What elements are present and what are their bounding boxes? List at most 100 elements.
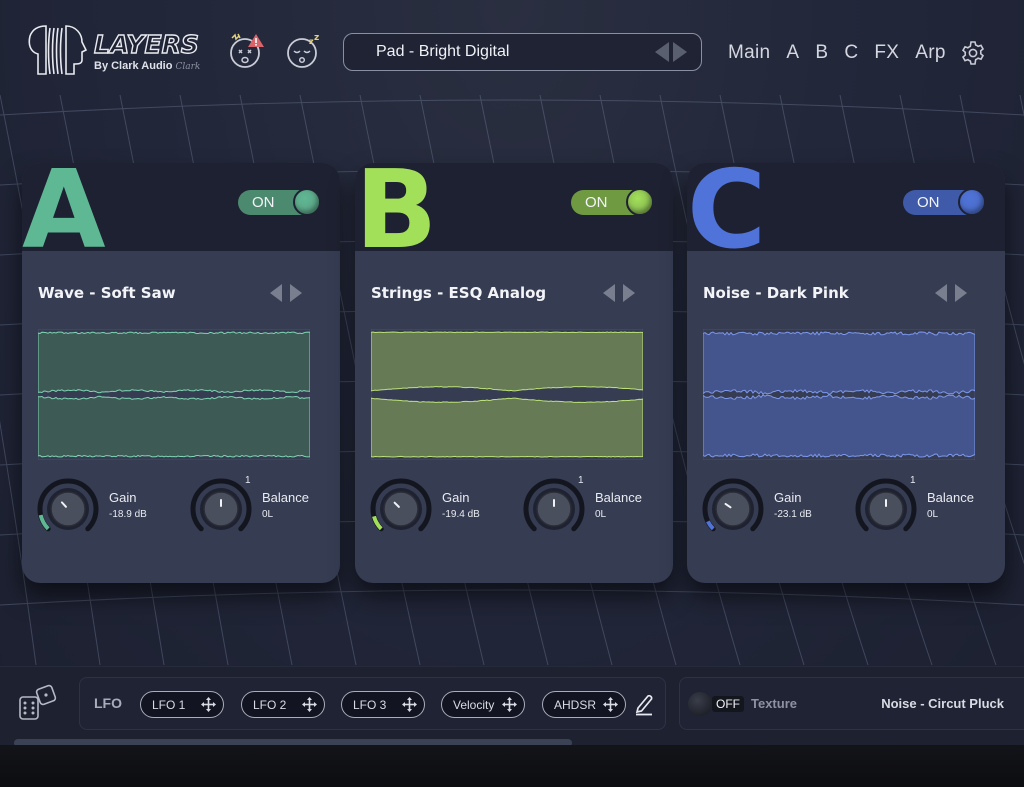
balance-label: Balance <box>595 490 642 505</box>
gain-value: -23.1 dB <box>774 509 812 520</box>
nav-fx[interactable]: FX <box>874 42 899 64</box>
toggle-knob <box>293 188 321 216</box>
waveform-channel-right <box>703 393 975 458</box>
layer-card-c: C ON Noise - Dark Pink Gain -23.1 dB 1 B… <box>687 163 1005 583</box>
gain-level-arc <box>706 520 715 531</box>
layer-letter: A <box>22 163 106 273</box>
gain-level-arc <box>38 514 50 531</box>
chevron-left-icon[interactable] <box>603 284 615 302</box>
drag-move-icon[interactable] <box>201 697 216 712</box>
sleeping-face-icon: z z <box>287 33 319 68</box>
gain-label: Gain <box>774 490 802 505</box>
nav-a[interactable]: A <box>786 42 799 64</box>
drag-move-icon[interactable] <box>603 697 618 712</box>
mod-source-lfo1[interactable]: LFO 1 <box>140 691 224 718</box>
waveform-display <box>371 329 643 460</box>
toggle-knob <box>958 188 986 216</box>
layer-header: B ON <box>355 163 673 265</box>
preset-arrows <box>655 42 687 62</box>
layer-power-toggle[interactable]: ON <box>238 188 321 216</box>
waveform-channel-left <box>371 331 643 392</box>
preset-selector[interactable]: Pad - Bright Digital <box>343 33 702 71</box>
balance-value: 0L <box>595 509 607 520</box>
nav-c[interactable]: C <box>844 42 858 64</box>
dice-icon[interactable] <box>16 683 64 723</box>
layer-sample-name[interactable]: Strings - ESQ Analog <box>371 284 546 302</box>
window-footer <box>0 745 1024 787</box>
drag-move-icon[interactable] <box>502 697 517 712</box>
sample-nav-arrows <box>270 284 302 302</box>
svg-text:z: z <box>314 33 319 43</box>
toggle-state: ON <box>252 194 275 211</box>
layer-letter: B <box>355 163 437 273</box>
head-silhouette-icon <box>28 25 88 75</box>
balance-value: 0L <box>927 509 939 520</box>
chevron-left-icon[interactable] <box>935 284 947 302</box>
texture-label: Texture <box>751 696 797 711</box>
gear-icon[interactable] <box>960 40 986 66</box>
panic-face-warning-icon <box>230 33 264 68</box>
drag-move-icon[interactable] <box>402 697 417 712</box>
mod-sources-panel: LFO LFO 1 LFO 2 LFO 3 Velocity AHDSR <box>79 677 666 730</box>
texture-toggle-knob <box>688 692 712 716</box>
layer-sample-name[interactable]: Noise - Dark Pink <box>703 284 849 302</box>
logo: LAYERS By Clark Audio Clark <box>26 24 216 76</box>
logo-signature: Clark <box>175 62 201 72</box>
mod-source-lfo2[interactable]: LFO 2 <box>241 691 325 718</box>
mod-source-ahdsr[interactable]: AHDSR <box>542 691 626 718</box>
mod-source-velocity[interactable]: Velocity <box>441 691 525 718</box>
layer-header: A ON <box>22 163 340 265</box>
mod-source-label: AHDSR <box>554 698 597 712</box>
preset-name[interactable]: Pad - Bright Digital <box>376 43 509 61</box>
chevron-right-icon[interactable] <box>955 284 967 302</box>
chevron-right-icon[interactable] <box>290 284 302 302</box>
gain-knob[interactable] <box>700 476 766 542</box>
mod-source-label: LFO 1 <box>152 698 186 712</box>
layer-sample-name[interactable]: Wave - Soft Saw <box>38 284 176 302</box>
chevron-left-icon[interactable] <box>270 284 282 302</box>
triangle-left-icon[interactable] <box>655 42 669 62</box>
mod-title: LFO <box>94 695 122 711</box>
gain-knob[interactable] <box>368 476 434 542</box>
chevron-right-icon[interactable] <box>623 284 635 302</box>
texture-toggle-state: OFF <box>712 696 744 712</box>
balance-marker: 1 <box>245 475 251 486</box>
balance-value: 0L <box>262 509 274 520</box>
waveform-channel-left <box>38 331 310 394</box>
mod-source-lfo3[interactable]: LFO 3 <box>341 691 425 718</box>
gain-label: Gain <box>442 490 470 505</box>
waveform-display <box>38 329 310 460</box>
gain-value: -19.4 dB <box>442 509 480 520</box>
layer-power-toggle[interactable]: ON <box>571 188 654 216</box>
balance-marker: 1 <box>910 475 916 486</box>
sleep-button[interactable]: z z <box>284 32 322 70</box>
logo-title: LAYERS <box>93 29 199 59</box>
balance-label: Balance <box>927 490 974 505</box>
mod-source-label: Velocity <box>453 698 495 712</box>
layer-power-toggle[interactable]: ON <box>903 188 986 216</box>
layer-letter: C <box>687 163 766 273</box>
texture-preset[interactable]: Noise - Circut Pluck <box>881 696 1004 711</box>
nav-b[interactable]: B <box>815 42 828 64</box>
sample-nav-arrows <box>935 284 967 302</box>
nav-arp[interactable]: Arp <box>915 42 945 64</box>
layer-header: C ON <box>687 163 1005 265</box>
gain-label: Gain <box>109 490 137 505</box>
pencil-icon[interactable] <box>633 692 655 716</box>
gain-knob[interactable] <box>35 476 101 542</box>
modulation-bar: LFO LFO 1 LFO 2 LFO 3 Velocity AHDSR OFF… <box>0 666 1024 745</box>
waveform-channel-right <box>371 397 643 458</box>
panic-button[interactable] <box>228 32 266 70</box>
triangle-right-icon[interactable] <box>673 42 687 62</box>
drag-move-icon[interactable] <box>302 697 317 712</box>
layer-card-b: B ON Strings - ESQ Analog Gain -19.4 dB … <box>355 163 673 583</box>
texture-panel: OFF Texture Noise - Circut Pluck <box>679 677 1024 730</box>
mod-source-label: LFO 2 <box>253 698 287 712</box>
toggle-state: ON <box>917 194 940 211</box>
nav-main[interactable]: Main <box>728 42 770 64</box>
texture-toggle[interactable]: OFF <box>688 692 748 716</box>
main-nav: Main A B C FX Arp <box>728 40 986 66</box>
waveform-channel-right <box>38 395 310 458</box>
mod-source-label: LFO 3 <box>353 698 387 712</box>
balance-label: Balance <box>262 490 309 505</box>
